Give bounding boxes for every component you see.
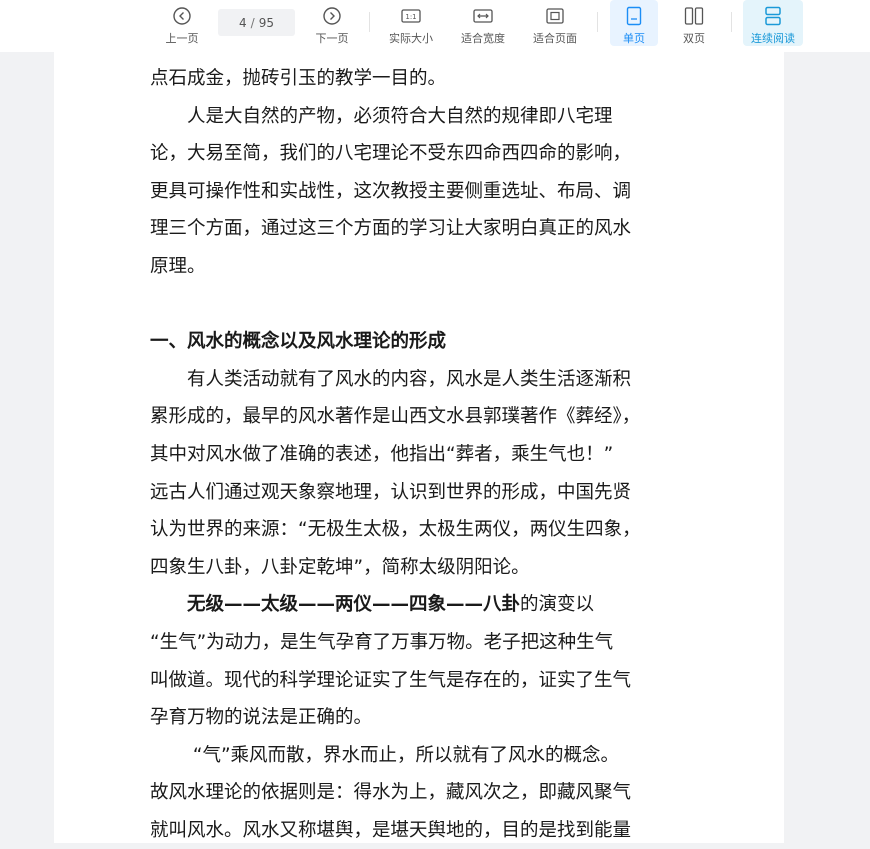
toolbar-divider xyxy=(731,12,732,32)
text-line: 更具可操作性和实战性，这次教授主要侧重选址、布局、调 xyxy=(150,180,632,202)
page-number-field[interactable]: 4 / 95 xyxy=(218,9,295,36)
toolbar-divider xyxy=(369,12,370,32)
one-to-one-icon: 1:1 xyxy=(401,6,421,26)
text-line: 认为世界的来源：“无极生太极，太极生两仪，两仪生四象， xyxy=(150,519,641,541)
viewer-toolbar: 上一页 4 / 95 下一页 1:1 实际大小 适合宽度 适合页面 单页 双页 … xyxy=(0,0,870,52)
continuous-reading-button[interactable]: 连续阅读 xyxy=(743,0,803,46)
text-line: 四象生八卦，八卦定乾坤”，简称太级阴阳论。 xyxy=(150,556,530,578)
section-heading: 一、风水的概念以及风水理论的形成 xyxy=(150,331,447,353)
text-line: 理三个方面，通过这三个方面的学习让大家明白真正的风水 xyxy=(150,218,632,240)
single-page-label: 单页 xyxy=(623,32,645,45)
double-page-button[interactable]: 双页 xyxy=(670,0,718,46)
fit-width-label: 适合宽度 xyxy=(461,32,505,45)
text-line: “气”乘风而散，界水而止，所以就有了风水的概念。 xyxy=(150,744,620,766)
page-separator: / xyxy=(250,15,255,30)
text-line: 点石成金，抛砖引玉的教学一目的。 xyxy=(150,68,447,89)
circle-chevron-right-icon xyxy=(322,6,342,26)
fit-width-icon xyxy=(473,6,493,26)
document-page: 点石成金，抛砖引玉的教学一目的。 人是大自然的产物，必须符合大自然的规律即八宅理… xyxy=(54,52,784,843)
single-page-button[interactable]: 单页 xyxy=(610,0,658,46)
next-page-label: 下一页 xyxy=(315,32,349,45)
text-line: 其中对风水做了准确的表述，他指出“葬者，乘生气也！” xyxy=(150,443,614,465)
text-line: 远古人们通过观天象察地理，认识到世界的形成，中国先贤 xyxy=(150,481,632,503)
text-fragment: 的演变以 xyxy=(520,594,595,616)
continuous-reading-label: 连续阅读 xyxy=(751,32,795,45)
current-page-input[interactable]: 4 xyxy=(239,16,247,30)
text-line: 累形成的，最早的风水著作是山西文水县郭璞著作《葬经》， xyxy=(150,406,641,428)
fit-page-label: 适合页面 xyxy=(533,32,577,45)
actual-size-button[interactable]: 1:1 实际大小 xyxy=(384,0,438,46)
text-line: 原理。 xyxy=(150,255,206,277)
text-line: 故风水理论的依据则是：得水为上，藏风次之，即藏风聚气 xyxy=(150,782,632,804)
fit-page-button[interactable]: 适合页面 xyxy=(528,0,582,46)
document-text: 点石成金，抛砖引玉的教学一目的。 人是大自然的产物，必须符合大自然的规律即八宅理… xyxy=(150,60,710,849)
prev-page-button[interactable]: 上一页 xyxy=(160,0,204,46)
double-page-icon xyxy=(684,6,704,26)
single-page-icon xyxy=(626,6,642,26)
text-line: 叫做道。现代的科学理论证实了生气是存在的，证实了生气 xyxy=(150,669,632,691)
next-page-button[interactable]: 下一页 xyxy=(310,0,354,46)
double-page-label: 双页 xyxy=(683,32,705,45)
circle-chevron-left-icon xyxy=(172,6,192,26)
prev-page-label: 上一页 xyxy=(165,32,199,45)
text-line: 论，大易至简，我们的八宅理论不受东四命西四命的影响， xyxy=(150,143,632,165)
fit-width-button[interactable]: 适合宽度 xyxy=(456,0,510,46)
continuous-scroll-icon xyxy=(764,6,782,26)
text-line: 孕育万物的说法是正确的。 xyxy=(150,707,373,729)
text-line: “生气”为动力，是生气孕育了万事万物。老子把这种生气 xyxy=(150,631,614,653)
svg-text:1:1: 1:1 xyxy=(405,13,416,21)
bold-phrase: 无级——太级——两仪——四象——八卦 xyxy=(150,594,521,616)
total-pages: 95 xyxy=(258,15,274,30)
fit-page-icon xyxy=(545,6,565,26)
text-line: 无级——太级——两仪——四象——八卦的演变以 xyxy=(150,586,710,624)
text-line: 人是大自然的产物，必须符合大自然的规律即八宅理 xyxy=(150,105,613,127)
text-line: 就叫风水。风水又称堪舆，是堪天舆地的，目的是找到能量 xyxy=(150,819,632,841)
actual-size-label: 实际大小 xyxy=(389,32,433,45)
toolbar-divider xyxy=(597,12,598,32)
text-line: 有人类活动就有了风水的内容，风水是人类生活逐渐积 xyxy=(150,368,632,390)
